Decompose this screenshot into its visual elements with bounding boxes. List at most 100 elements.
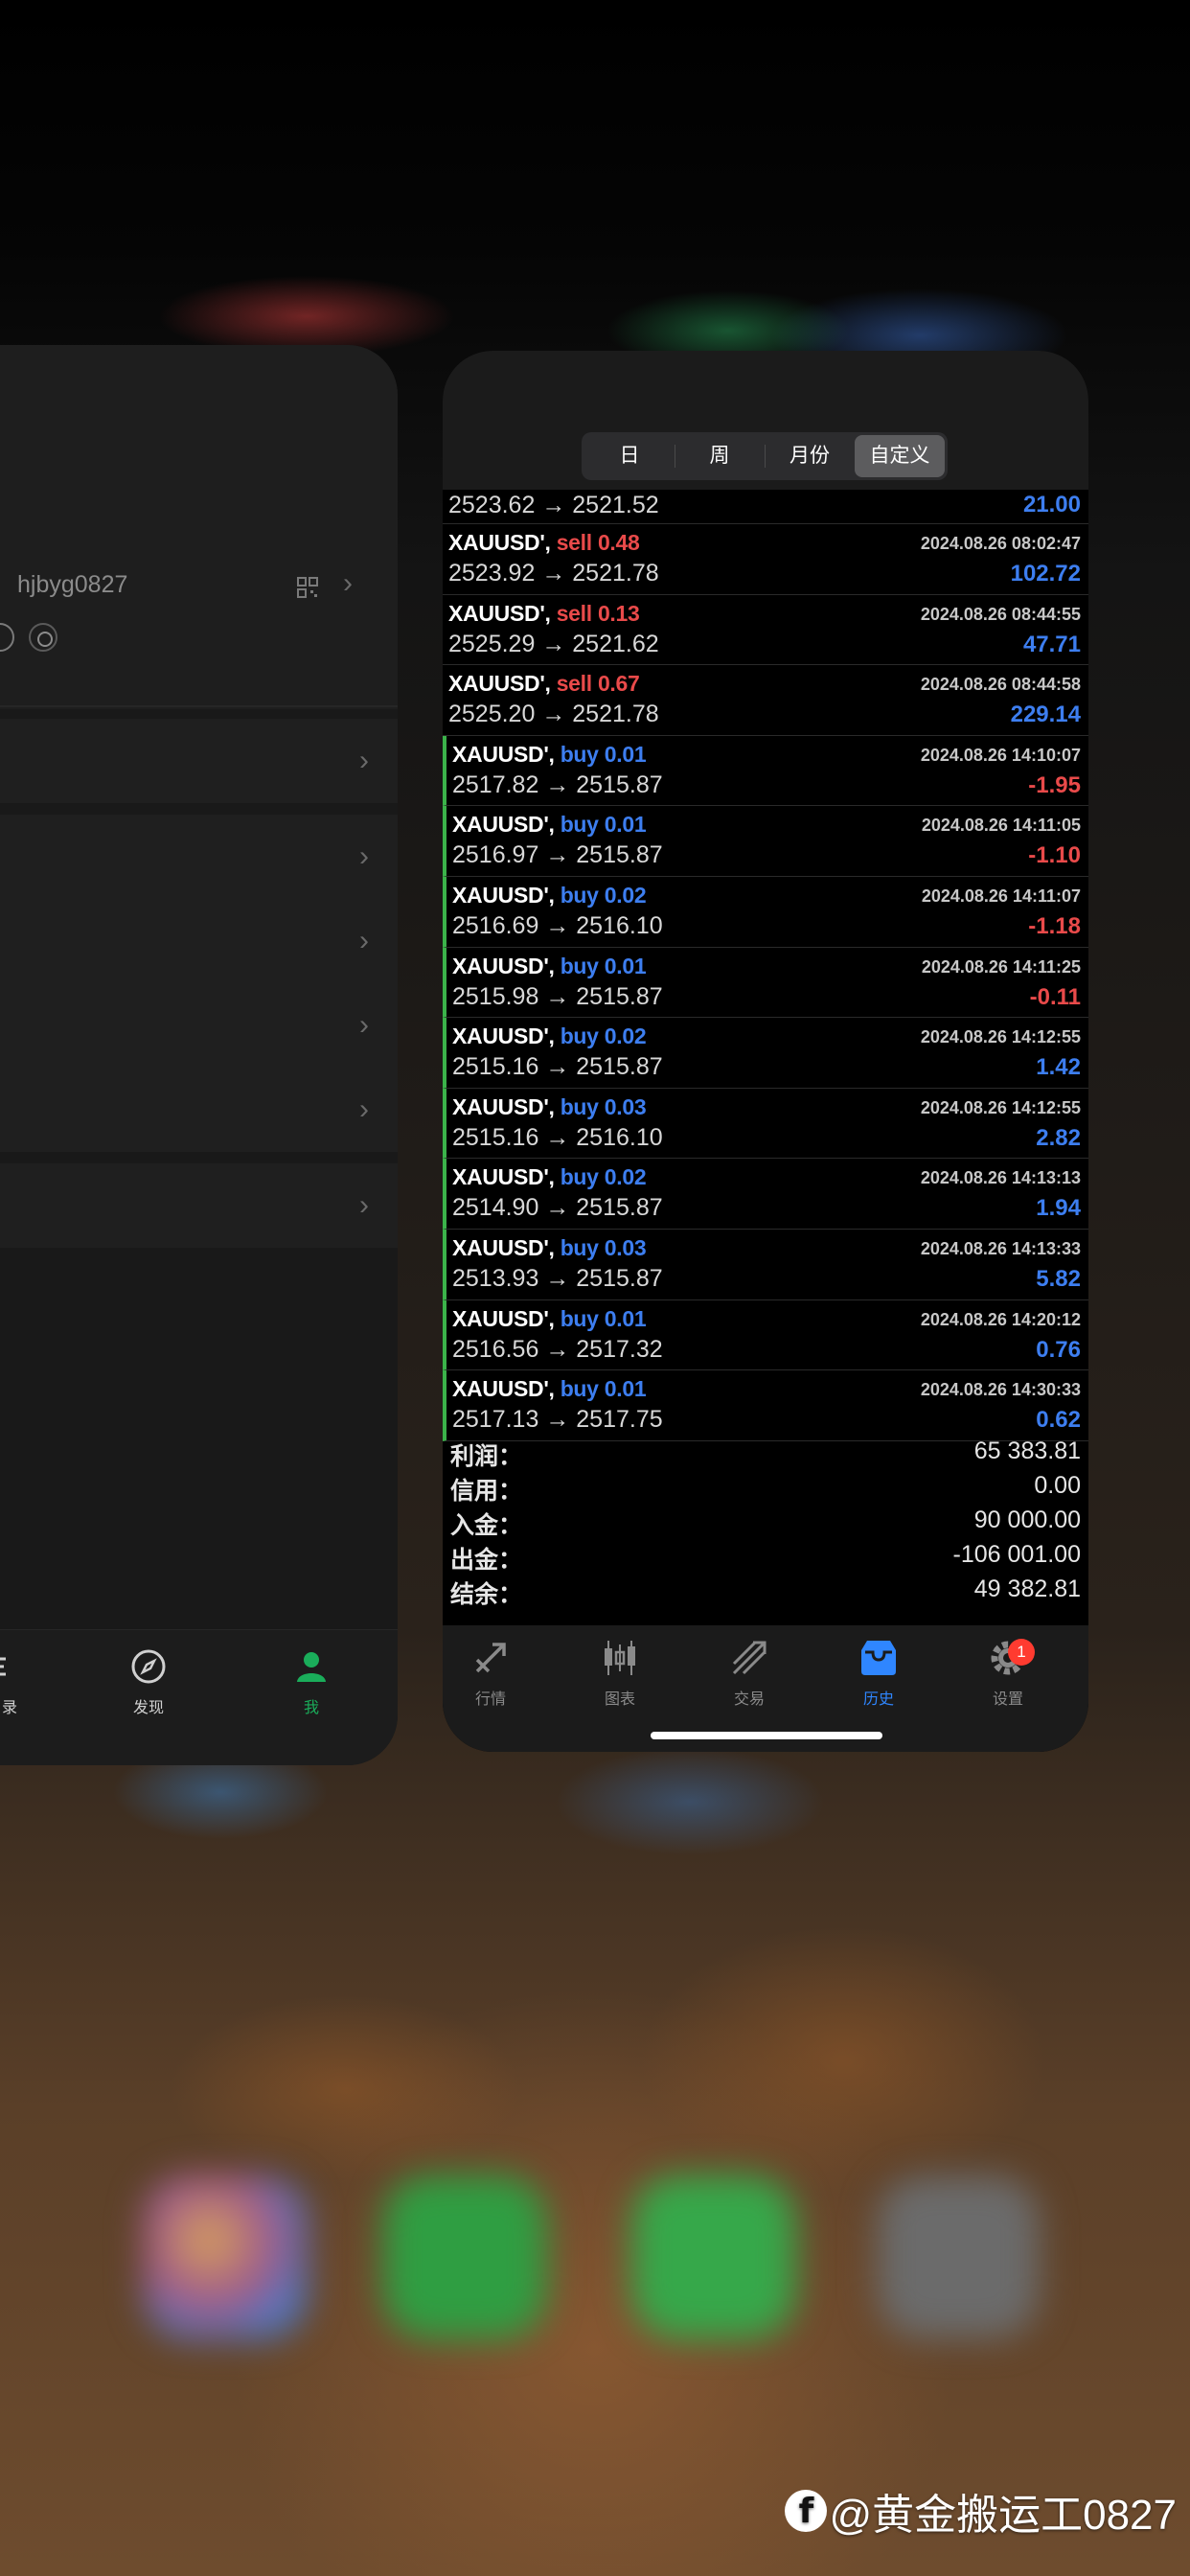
chevron-right-icon: › — [359, 925, 369, 956]
chevron-right-icon: › — [359, 1093, 369, 1125]
trading-tab-bar: 行情 图表 交易 历史 1 设置 — [443, 1625, 1088, 1752]
summary-row: 出金： -106 001.00 — [443, 1537, 1088, 1574]
trade-side: buy 0.01 — [560, 1376, 647, 1402]
trade-date: 2024.08.26 14:11:25 — [921, 956, 1081, 977]
quotes-icon — [475, 1643, 506, 1673]
menu-row-settings[interactable]: › — [0, 1163, 398, 1248]
trade-side: sell 0.67 — [556, 671, 640, 697]
trade-profit: 47.71 — [1022, 631, 1081, 657]
trade-symbol: XAUUSD', — [452, 953, 555, 978]
trade-row[interactable]: XAUUSD', buy 0.01 2024.08.26 14:11:25 2515… — [443, 947, 1088, 1019]
trade-row[interactable]: XAUUSD', sell 0.48 2024.08.26 08:02:47 252… — [443, 524, 1088, 595]
facebook-icon: f — [785, 2490, 828, 2532]
trade-symbol: XAUUSD', — [452, 1024, 555, 1049]
tab-label: 历史 — [862, 1691, 894, 1708]
trade-date: 2024.08.26 08:44:55 — [920, 604, 1081, 624]
trade-title: XAUUSD', sell 0.67 — [448, 671, 640, 697]
trade-row[interactable]: XAUUSD', buy 0.02 2024.08.26 14:12:55 2515… — [443, 1018, 1088, 1089]
tab-history[interactable]: 历史 — [831, 1637, 927, 1709]
trade-side: buy 0.01 — [560, 812, 647, 838]
menu-row-2[interactable]: › — [0, 815, 398, 899]
trade-prices: 2523.62 → 2521.52 — [448, 492, 659, 518]
tab-quotes[interactable]: 行情 — [443, 1637, 538, 1709]
tab-me[interactable]: 我 — [273, 1647, 350, 1717]
trade-row[interactable]: XAUUSD', sell 0.67 2024.08.26 08:44:58 252… — [443, 665, 1088, 736]
chevron-right-icon[interactable]: › — [343, 567, 353, 600]
menu-row-1[interactable]: › — [0, 719, 398, 803]
trade-row-partial[interactable]: 2523.62 → 2521.52 21.00 — [443, 490, 1088, 524]
tab-label: 行情 — [474, 1691, 506, 1708]
trade-title: XAUUSD', buy 0.02 — [452, 882, 647, 908]
trade-symbol: XAUUSD', — [452, 1234, 555, 1260]
trade-title: XAUUSD', buy 0.02 — [452, 1164, 647, 1190]
trade-row[interactable]: XAUUSD', buy 0.01 2024.08.26 14:10:07 2517… — [443, 735, 1088, 807]
qr-code-icon[interactable] — [297, 577, 318, 598]
divider — [0, 705, 398, 707]
chevron-right-icon: › — [359, 1009, 369, 1041]
dock-app-green-1[interactable] — [383, 2175, 546, 2338]
chevron-right-icon: › — [359, 840, 369, 872]
trade-symbol: XAUUSD', — [452, 1164, 555, 1190]
trade-date: 2024.08.26 08:44:58 — [920, 675, 1081, 695]
trade-title: XAUUSD', buy 0.01 — [452, 1306, 647, 1332]
menu-row-4[interactable]: › — [0, 983, 398, 1068]
compass-icon — [131, 1649, 166, 1684]
trade-prices: 2516.97 → 2515.87 — [452, 841, 663, 869]
segment-week[interactable]: 周 — [675, 435, 765, 477]
dock-app-photos[interactable] — [144, 2175, 307, 2338]
trade-title: XAUUSD', sell 0.48 — [448, 530, 640, 556]
trade-row[interactable]: XAUUSD', sell 0.13 2024.08.26 08:44:55 252… — [443, 595, 1088, 666]
trade-profit: 102.72 — [1010, 561, 1081, 586]
segment-day[interactable]: 日 — [584, 435, 675, 477]
wechat-tab-bar: 录 发现 我 — [0, 1629, 398, 1765]
segment-custom[interactable]: 自定义 — [855, 435, 945, 477]
tab-trade[interactable]: 交易 — [701, 1637, 797, 1709]
trade-prices: 2513.93 → 2515.87 — [452, 1264, 663, 1292]
summary-label: 结余： — [450, 1581, 523, 1608]
trade-profit: -1.10 — [1028, 842, 1081, 869]
trade-row[interactable]: XAUUSD', buy 0.01 2024.08.26 14:30:33 2517… — [443, 1370, 1088, 1441]
tab-settings[interactable]: 1 设置 — [960, 1637, 1056, 1709]
trade-row[interactable]: XAUUSD', buy 0.01 2024.08.26 14:11:05 2516… — [443, 806, 1088, 877]
summary-value: 65 383.81 — [973, 1438, 1081, 1464]
status-circle-icon[interactable] — [29, 623, 57, 652]
app-switcher-card-wechat[interactable]: hjbyg0827 › › › › › › › 录 发现 我 — [0, 345, 398, 1765]
trade-prices: 2523.92 → 2521.78 — [448, 560, 659, 586]
trade-date: 2024.08.26 14:30:33 — [920, 1380, 1081, 1400]
segment-month[interactable]: 月份 — [765, 435, 855, 477]
trade-profit: 0.62 — [1036, 1407, 1081, 1434]
trade-profit: 2.82 — [1036, 1124, 1081, 1151]
trade-profit: -1.18 — [1028, 912, 1081, 939]
summary-row: 信用： 0.00 — [443, 1468, 1088, 1505]
trade-symbol: XAUUSD', — [452, 812, 555, 838]
trade-row[interactable]: XAUUSD', buy 0.02 2024.08.26 14:11:07 2516… — [443, 876, 1088, 948]
dock-app-green-2[interactable] — [632, 2175, 795, 2338]
trade-date: 2024.08.26 14:13:13 — [920, 1168, 1081, 1188]
trade-row[interactable]: XAUUSD', buy 0.03 2024.08.26 14:13:33 2513… — [443, 1229, 1088, 1300]
summary-value: 49 382.81 — [973, 1576, 1081, 1602]
trade-symbol: XAUUSD', — [452, 882, 555, 908]
trade-prices: 2514.90 → 2515.87 — [452, 1194, 663, 1222]
tab-chart[interactable]: 图表 — [572, 1637, 668, 1709]
account-summary: 利润： 65 383.81 信用： 0.00 入金： 90 000.00 出金： -106 0… — [443, 1434, 1088, 1608]
trade-side: buy 0.01 — [560, 741, 647, 767]
tab-discover[interactable]: 发现 — [110, 1647, 187, 1717]
watermark: f @黄金搬运工0827 — [785, 2480, 1177, 2542]
trade-row[interactable]: XAUUSD', buy 0.01 2024.08.26 14:20:12 2516… — [443, 1300, 1088, 1371]
app-switcher-card-trading[interactable]: 日 周 月份 自定义 2523.62 → 2521.52 21.00 XAUUS… — [443, 351, 1088, 1752]
trade-side: sell 0.48 — [556, 530, 640, 555]
home-indicator[interactable] — [651, 1732, 882, 1739]
trade-profit: 0.76 — [1036, 1336, 1081, 1363]
summary-value: 90 000.00 — [973, 1506, 1081, 1533]
trade-row[interactable]: XAUUSD', buy 0.03 2024.08.26 14:12:55 2515… — [443, 1088, 1088, 1160]
chevron-right-icon: › — [359, 1189, 369, 1221]
trade-profit: 5.82 — [1036, 1265, 1081, 1292]
trade-history-list: 2523.62 → 2521.52 21.00 XAUUSD', sell 0.… — [443, 490, 1088, 1441]
dock-app-grey[interactable] — [877, 2175, 1040, 2338]
menu-row-5[interactable]: › — [0, 1068, 398, 1152]
trade-symbol: XAUUSD', — [452, 1093, 555, 1119]
notification-badge: 1 — [1008, 1639, 1035, 1666]
trade-row[interactable]: XAUUSD', buy 0.02 2024.08.26 14:13:13 2514… — [443, 1159, 1088, 1230]
menu-row-3[interactable]: › — [0, 899, 398, 983]
tab-contacts[interactable]: 录 — [0, 1647, 48, 1717]
